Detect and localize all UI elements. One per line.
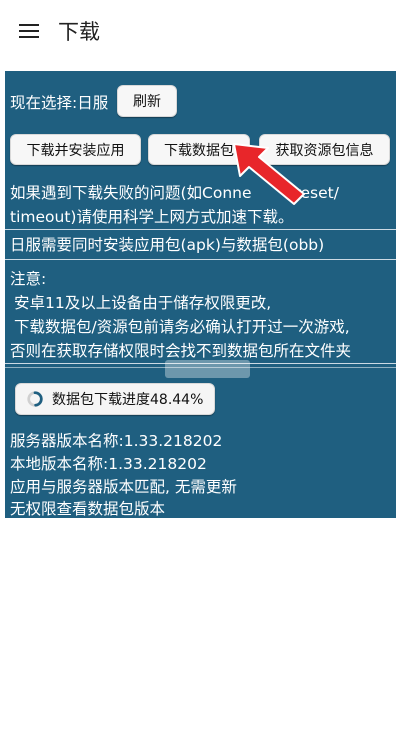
attention-title: 注意: (10, 270, 47, 288)
notice-line-1a: 如果遇到下载失败的问题(如Conne (10, 184, 252, 202)
jp-server-note: 日服需要同时安装应用包(apk)与数据包(obb) (10, 236, 325, 254)
attention-line-2: 下载数据包/资源包前请务必确认打开过一次游戏, (14, 318, 350, 336)
spinner-icon (27, 391, 43, 407)
local-version: 本地版本名称:1.33.218202 (10, 455, 207, 473)
notice-line-2: timeout)请使用科学上网方式加速下载。 (10, 208, 294, 226)
refresh-button[interactable]: 刷新 (117, 85, 177, 117)
data-version-permission: 无权限查看数据包版本 (10, 500, 166, 518)
server-version: 服务器版本名称:1.33.218202 (10, 432, 223, 450)
attention-line-1: 安卓11及以上设备由于储存权限更改, (14, 294, 272, 312)
page-title: 下载 (58, 20, 100, 44)
server-selection-label: 现在选择:日服 (10, 94, 109, 112)
install-app-button[interactable]: 下载并安装应用 (10, 134, 141, 165)
download-progress-indicator: 数据包下载进度48.44% (15, 383, 215, 415)
menu-button[interactable] (0, 0, 58, 62)
app-bar: 下载 (0, 0, 400, 62)
refresh-button-label: 刷新 (133, 94, 161, 110)
divider (5, 229, 396, 230)
version-match-status: 应用与服务器版本匹配, 无需更新 (10, 478, 237, 496)
download-panel: 现在选择:日服 刷新 下载并安装应用 下载数据包 获取资源包信息 如果遇到下载失… (5, 71, 396, 518)
install-app-label: 下载并安装应用 (26, 142, 125, 159)
watermark-icon (165, 360, 250, 378)
progress-label: 数据包下载进度48.44% (52, 392, 204, 408)
download-data-label: 下载数据包 (164, 142, 234, 159)
menu-icon (19, 24, 39, 38)
arrow-icon (233, 143, 305, 205)
divider (5, 259, 396, 260)
